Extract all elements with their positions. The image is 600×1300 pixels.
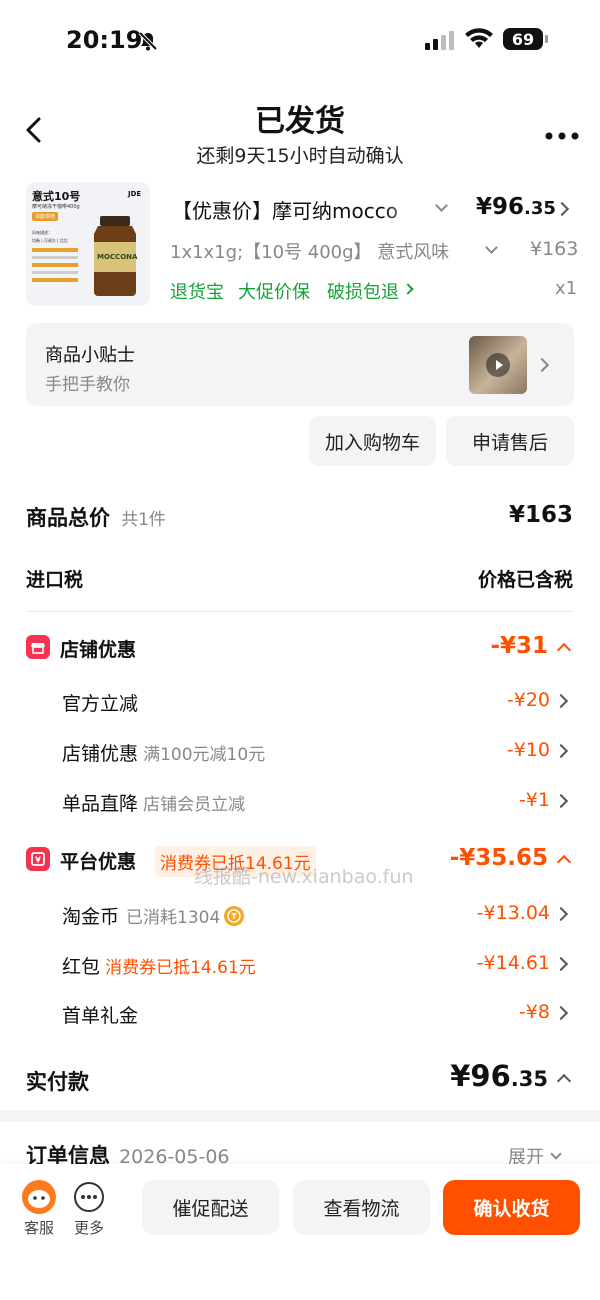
paid-amount-decimal: .35: [510, 1067, 548, 1091]
signal-icon: [425, 30, 457, 54]
battery-icon: 69: [503, 28, 543, 50]
service-damage-refund: 破损包退: [327, 282, 399, 303]
product-expand-icon[interactable]: [435, 199, 448, 212]
product-original-price: ¥163: [530, 238, 579, 260]
product-price-yuan: ¥96: [476, 194, 525, 220]
platform-item-coins-label: 淘金币 已消耗1304: [62, 902, 245, 929]
watermark: 线报酷-new.xianbao.fun: [194, 866, 414, 888]
taojinbi-coin-icon: [224, 905, 245, 926]
total-price-label: 商品总价: [26, 506, 110, 530]
store-item-official-value: -¥20: [506, 689, 550, 711]
platform-item-redpacket-note: 消费券已抵14.61元: [105, 958, 256, 978]
auto-confirm-countdown: 还剩9天15小时自动确认: [196, 145, 404, 167]
after-sale-button[interactable]: 申请售后: [446, 416, 574, 466]
store-item-direct-note: 店铺会员立减: [143, 795, 246, 815]
total-price-value: ¥163: [508, 502, 573, 528]
platform-discount-label: 平台优惠: [60, 851, 137, 873]
platform-item-firstorder-value: -¥8: [518, 1001, 550, 1023]
product-image-title: 意式10号: [32, 190, 81, 203]
store-item-direct-arrow-icon[interactable]: [553, 793, 569, 809]
add-to-cart-button[interactable]: 加入购物车: [309, 416, 436, 466]
store-discount-label: 店铺优惠: [60, 639, 137, 661]
total-item-count: 共1件: [121, 510, 166, 530]
store-item-official-label: 官方立减: [62, 693, 139, 715]
product-image-brand: JDE: [128, 190, 142, 198]
service-price-protect: 大促价保: [238, 282, 310, 303]
paid-label: 实付款: [26, 1070, 89, 1094]
paid-amount-yuan: ¥96: [450, 1059, 511, 1093]
product-image[interactable]: 意式10号 摩可纳冻干咖啡400g 浓醇烘焙 风味描述： 均衡 | 可调方 | …: [26, 182, 150, 306]
import-tax-value: 价格已含税: [477, 569, 573, 591]
platform-item-firstorder-label: 首单礼金: [62, 1005, 139, 1027]
customer-service-label: 客服: [23, 1219, 54, 1237]
section-separator: [0, 1110, 600, 1122]
platform-discount-value: -¥35.65: [449, 845, 548, 871]
store-item-direct-label: 单品直降 店铺会员立减: [62, 793, 246, 815]
platform-item-coins-note: 已消耗1304: [126, 908, 221, 928]
tips-video-thumbnail[interactable]: [469, 336, 527, 394]
import-tax-label: 进口税: [26, 569, 84, 591]
store-item-shop-note: 满100元减10元: [143, 745, 266, 765]
store-item-shop-label: 店铺优惠 满100元减10元: [62, 743, 266, 765]
customer-service-button[interactable]: 客服: [20, 1180, 58, 1237]
more-options-icon[interactable]: [544, 126, 580, 140]
confirm-receipt-button[interactable]: 确认收货: [443, 1180, 580, 1235]
tips-title: 商品小贴士: [45, 345, 135, 366]
page-title: 已发货: [255, 104, 345, 139]
more-label: 更多: [73, 1219, 104, 1237]
store-icon: [26, 635, 50, 659]
status-time: 20:19: [66, 26, 143, 54]
store-item-shop-value: -¥10: [506, 739, 550, 761]
product-image-label: MOCCONA: [97, 253, 138, 261]
platform-discount-collapse-icon[interactable]: [556, 854, 572, 870]
coffee-jar: MOCCONA: [90, 216, 140, 296]
more-button[interactable]: 更多: [70, 1180, 108, 1237]
product-tips-card[interactable]: 商品小贴士 手把手教你: [26, 323, 574, 406]
store-item-shop-arrow-icon[interactable]: [553, 743, 569, 759]
more-icon: [74, 1182, 104, 1212]
product-quantity: x1: [555, 278, 578, 299]
store-item-official-arrow-icon[interactable]: [553, 693, 569, 709]
product-image-subtitle: 摩可纳冻干咖啡400g: [32, 204, 80, 210]
total-label: 商品总价 共1件: [26, 502, 166, 532]
product-image-tag: 浓醇烘焙: [32, 212, 59, 221]
services-detail-icon[interactable]: [402, 283, 414, 295]
view-logistics-button[interactable]: 查看物流: [293, 1180, 430, 1235]
mute-bell-icon: [137, 30, 159, 56]
tips-arrow-icon: [534, 357, 550, 373]
customer-service-icon: [22, 1180, 56, 1214]
urge-delivery-button[interactable]: 催促配送: [142, 1180, 279, 1235]
battery-level: 69: [511, 29, 535, 49]
platform-item-coins-value: -¥13.04: [476, 902, 550, 924]
spec-expand-icon[interactable]: [485, 241, 498, 254]
product-price: ¥96.35: [476, 194, 556, 220]
product-price-decimal: .35: [524, 198, 556, 219]
store-item-direct-value: -¥1: [518, 789, 550, 811]
platform-coupon-icon: [26, 847, 50, 871]
tips-subtitle: 手把手教你: [45, 375, 130, 395]
platform-item-coins-arrow-icon[interactable]: [553, 906, 569, 922]
store-discount-value: -¥31: [490, 633, 548, 659]
divider: [26, 611, 574, 612]
platform-item-redpacket-arrow-icon[interactable]: [553, 956, 569, 972]
expand-chevron-icon: [550, 1148, 562, 1160]
wifi-icon: [464, 28, 494, 54]
service-returns: 退货宝: [170, 282, 224, 303]
product-spec[interactable]: 1x1x1g;【10号 400g】 意式风味: [170, 238, 464, 264]
product-image-line-2: 均衡 | 可调方 | 比比: [32, 238, 68, 243]
paid-collapse-icon[interactable]: [556, 1073, 572, 1089]
store-discount-collapse-icon[interactable]: [556, 642, 572, 658]
platform-item-redpacket-label: 红包 消费券已抵14.61元: [62, 956, 256, 978]
platform-item-redpacket-value: -¥14.61: [476, 952, 550, 974]
play-icon: [486, 353, 510, 377]
product-image-line-1: 风味描述：: [32, 230, 52, 235]
paid-amount: ¥96.35: [450, 1059, 548, 1093]
platform-item-firstorder-arrow-icon[interactable]: [553, 1005, 569, 1021]
product-price-detail-icon[interactable]: [554, 201, 570, 217]
